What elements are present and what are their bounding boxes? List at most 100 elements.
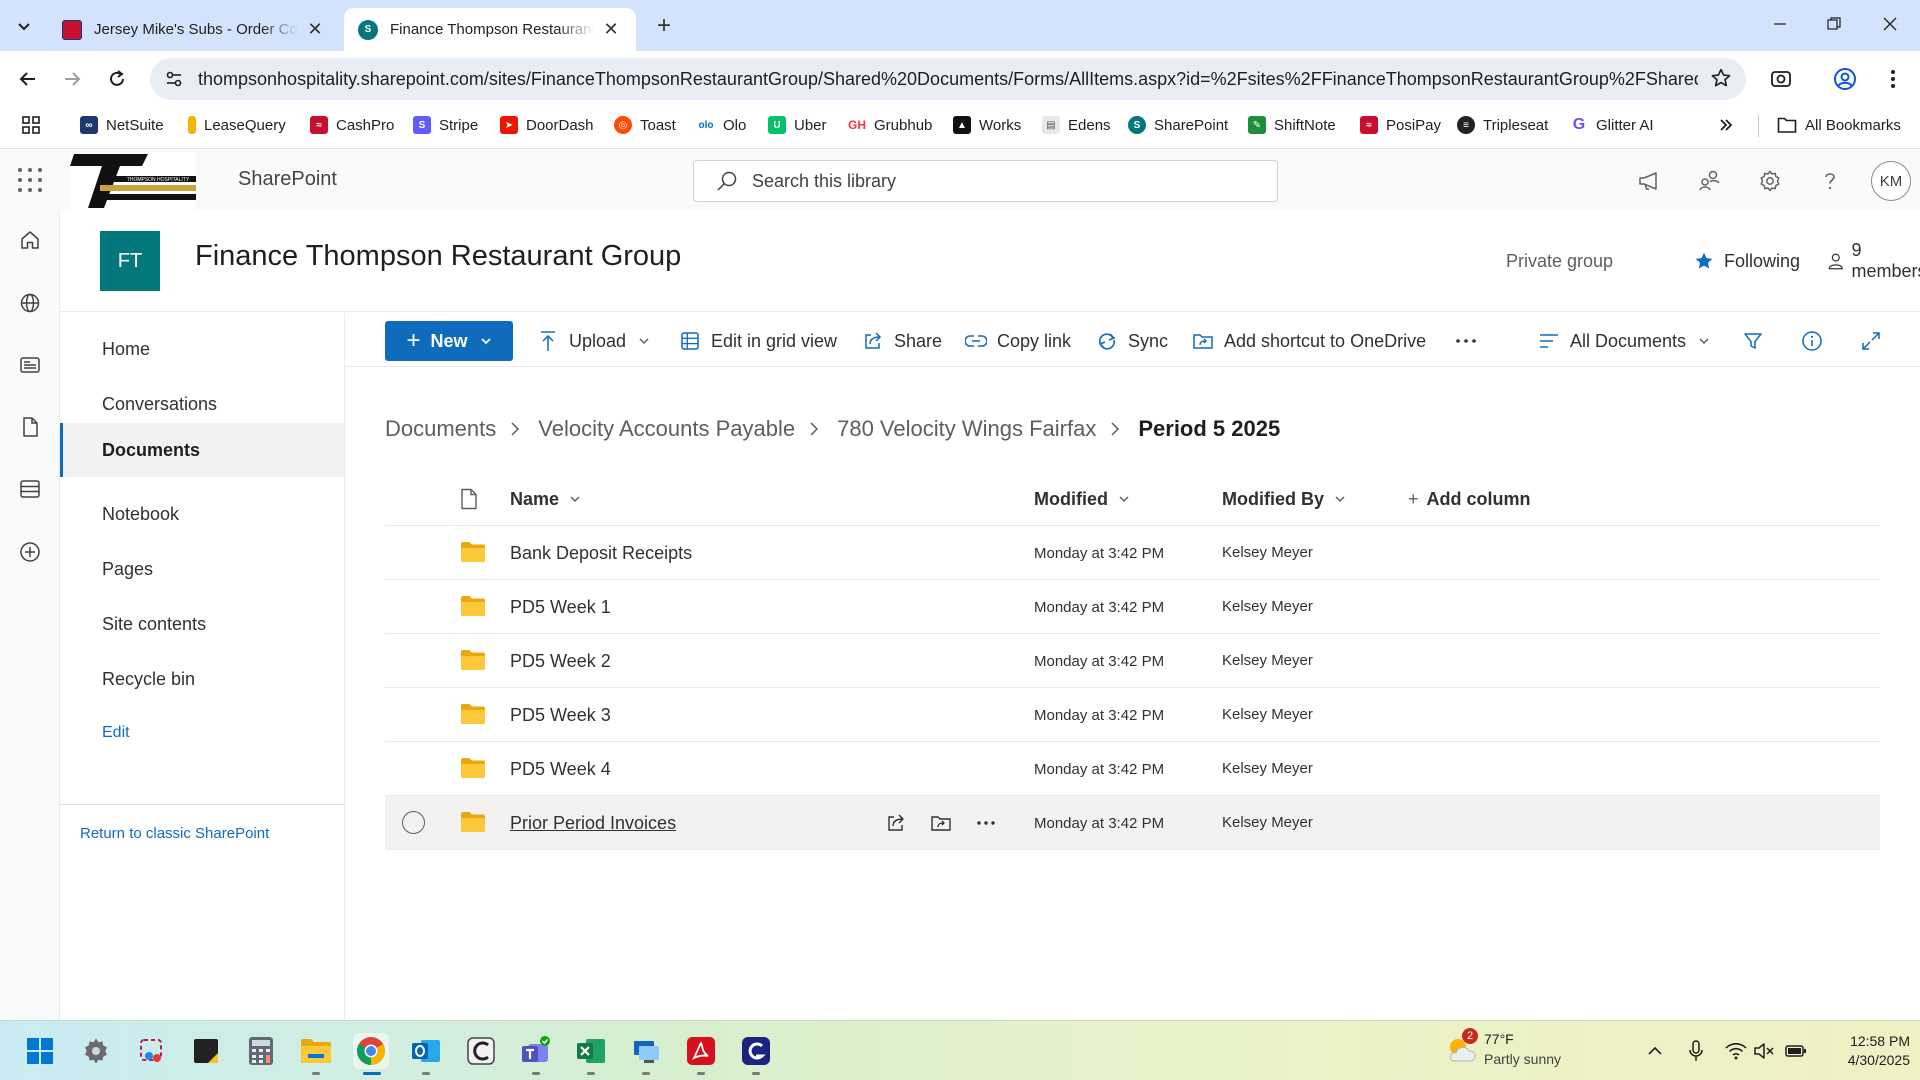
rail-lists-button[interactable]	[15, 474, 45, 504]
close-window-button[interactable]	[1862, 0, 1918, 48]
rail-home-button[interactable]	[15, 225, 45, 255]
row-shortcut-button[interactable]	[927, 809, 955, 837]
row-name[interactable]: PD5 Week 4	[510, 742, 611, 796]
battery-button[interactable]	[1784, 1039, 1808, 1063]
browser-menu-button[interactable]	[1878, 64, 1908, 94]
taskbar-calculator[interactable]	[243, 1033, 279, 1069]
return-to-classic-link[interactable]: Return to classic SharePoint	[80, 813, 269, 853]
weather-widget[interactable]: 2 77°F Partly sunny	[1444, 1028, 1594, 1071]
nav-item-recycle-bin[interactable]: Recycle bin	[60, 652, 344, 706]
reload-button[interactable]	[102, 64, 132, 94]
share-button[interactable]: Share	[862, 321, 942, 361]
rail-sites-button[interactable]	[15, 288, 45, 318]
bookmark-uber[interactable]: U Uber	[768, 106, 827, 144]
forward-button[interactable]	[57, 64, 87, 94]
nav-item-notebook[interactable]: Notebook	[60, 487, 344, 541]
filter-button[interactable]	[1743, 321, 1763, 361]
start-button[interactable]	[22, 1033, 58, 1069]
nav-item-site-contents[interactable]: Site contents	[60, 597, 344, 651]
taskbar-outlook[interactable]	[408, 1033, 444, 1075]
restore-button[interactable]	[1806, 0, 1862, 48]
app-launcher-button[interactable]	[16, 166, 44, 194]
bookmark-olo[interactable]: olo Olo	[697, 106, 746, 144]
breadcrumb-velocity-accounts-payable[interactable]: Velocity Accounts Payable	[538, 416, 795, 442]
row-share-button[interactable]	[882, 809, 910, 837]
nav-edit-link[interactable]: Edit	[60, 706, 344, 760]
address-bar[interactable]: thompsonhospitality.sharepoint.com/sites…	[150, 58, 1746, 100]
tab-close-icon[interactable]: ✕	[304, 19, 326, 41]
row-name[interactable]: Prior Period Invoices	[510, 796, 676, 850]
taskbar-settings[interactable]	[78, 1033, 114, 1069]
nav-item-home[interactable]: Home	[60, 322, 344, 376]
table-row[interactable]: PD5 Week 2 Monday at 3:42 PM Kelsey Meye…	[385, 634, 1880, 688]
browser-tab-sharepoint[interactable]: S Finance Thompson Restaurant G ✕	[344, 8, 636, 51]
row-name[interactable]: Bank Deposit Receipts	[510, 526, 692, 580]
row-select-checkbox[interactable]	[402, 811, 425, 834]
sync-button[interactable]: Sync	[1096, 321, 1168, 361]
network-button[interactable]	[1724, 1039, 1748, 1063]
bookmark-cashpro[interactable]: ≈ CashPro	[310, 106, 394, 144]
taskbar-excel[interactable]	[573, 1033, 609, 1075]
bookmark-glitter-ai[interactable]: G Glitter AI	[1570, 106, 1654, 144]
bookmark-posipay[interactable]: ≈ PosiPay	[1360, 106, 1441, 144]
table-row[interactable]: PD5 Week 4 Monday at 3:42 PM Kelsey Meye…	[385, 742, 1880, 796]
nav-item-documents[interactable]: Documents	[60, 423, 344, 477]
breadcrumb-documents[interactable]: Documents	[385, 416, 496, 442]
row-more-actions-button[interactable]	[972, 809, 1000, 837]
bookmark-grubhub[interactable]: GH Grubhub	[848, 106, 932, 144]
announcements-button[interactable]	[1634, 166, 1664, 196]
bookmark-doordash[interactable]: ➤ DoorDash	[500, 106, 594, 144]
table-row[interactable]: PD5 Week 3 Monday at 3:42 PM Kelsey Meye…	[385, 688, 1880, 742]
taskbar-teams[interactable]	[518, 1033, 554, 1075]
edit-grid-view-button[interactable]: Edit in grid view	[679, 321, 837, 361]
back-button[interactable]	[13, 64, 43, 94]
name-column-header[interactable]: Name	[510, 472, 581, 526]
help-button[interactable]	[1815, 166, 1845, 196]
browser-tab-jersey-mikes[interactable]: Jersey Mike's Subs - Order Com ✕	[48, 8, 340, 51]
bookmark-shiftnote[interactable]: ✎ ShiftNote	[1248, 106, 1336, 144]
taskbar-chrome[interactable]	[353, 1033, 389, 1075]
microphone-button[interactable]	[1684, 1039, 1708, 1063]
bookmark-stripe[interactable]: S Stripe	[413, 106, 478, 144]
sharepoint-app-name[interactable]: SharePoint	[238, 168, 337, 191]
add-shortcut-onedrive-button[interactable]: Add shortcut to OneDrive	[1192, 321, 1426, 361]
full-screen-button[interactable]	[1861, 321, 1881, 361]
rail-news-button[interactable]	[15, 350, 45, 380]
show-hidden-icons-button[interactable]	[1643, 1039, 1667, 1063]
copy-link-button[interactable]: Copy link	[965, 321, 1071, 361]
system-clock[interactable]: 12:58 PM 4/30/2025	[1810, 1032, 1910, 1070]
taskbar-snipping-tool[interactable]	[134, 1033, 170, 1069]
bookmark-toast[interactable]: ◎ Toast	[614, 106, 676, 144]
table-row[interactable]: Bank Deposit Receipts Monday at 3:42 PM …	[385, 526, 1880, 580]
file-type-column-header[interactable]	[459, 472, 479, 526]
rail-create-button[interactable]	[15, 537, 45, 567]
more-commands-button[interactable]	[1455, 321, 1477, 361]
upload-button[interactable]: Upload	[537, 321, 650, 361]
search-library-input[interactable]: Search this library	[693, 160, 1278, 202]
rail-files-button[interactable]	[15, 412, 45, 442]
user-avatar[interactable]: KM	[1871, 161, 1911, 201]
table-row[interactable]: PD5 Week 1 Monday at 3:42 PM Kelsey Meye…	[385, 580, 1880, 634]
bookmark-tripleseat[interactable]: ≡ Tripleseat	[1457, 106, 1548, 144]
profile-button[interactable]	[1830, 64, 1860, 94]
modified-column-header[interactable]: Modified	[1034, 472, 1130, 526]
tab-close-icon[interactable]: ✕	[600, 19, 622, 41]
bookmark-star-icon[interactable]	[1710, 67, 1732, 89]
table-row[interactable]: Prior Period Invoices Monday at 3:42 PM …	[385, 796, 1880, 850]
apps-button[interactable]	[22, 106, 40, 144]
row-name[interactable]: PD5 Week 2	[510, 634, 611, 688]
taskbar-capture-app[interactable]	[463, 1033, 499, 1069]
minimize-button[interactable]	[1752, 0, 1808, 48]
taskbar-glitter-ai[interactable]	[738, 1033, 774, 1075]
taskbar-remote-desktop[interactable]	[628, 1033, 664, 1075]
volume-button[interactable]	[1752, 1039, 1776, 1063]
bookmark-sharepoint[interactable]: S SharePoint	[1128, 106, 1228, 144]
tab-search-button[interactable]	[10, 12, 38, 40]
bookmark-edens[interactable]: ▤ Edens	[1042, 106, 1111, 144]
details-pane-button[interactable]	[1801, 321, 1823, 361]
new-button[interactable]: + New	[385, 321, 513, 361]
row-name[interactable]: PD5 Week 1	[510, 580, 611, 634]
thompson-hospitality-logo[interactable]: THOMPSON HOSPITALITY	[70, 152, 196, 210]
all-bookmarks-button[interactable]: All Bookmarks	[1777, 106, 1901, 144]
sharepoint-activity-button[interactable]	[1695, 166, 1725, 196]
